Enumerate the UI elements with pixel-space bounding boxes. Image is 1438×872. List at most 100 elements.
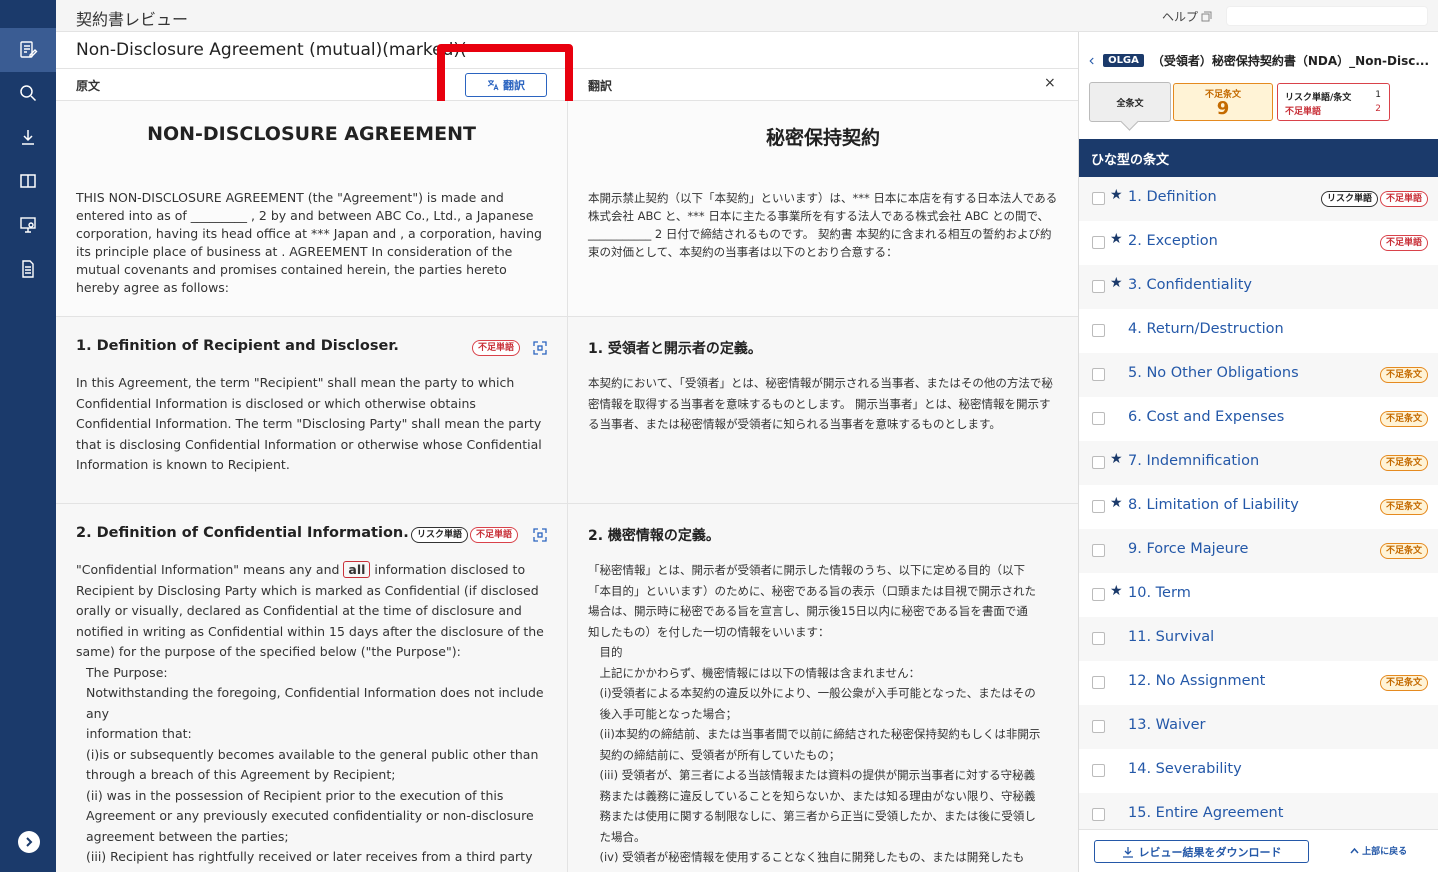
- intro-text-en: THIS NON-DISCLOSURE AGREEMENT (the "Agre…: [76, 190, 542, 295]
- clause-label: 3. Confidentiality: [1128, 277, 1253, 293]
- list-line: 務または使用に関する制限なしに、第三者から正当に受領したか、または後に受領し: [588, 809, 1036, 823]
- filter-risk-words[interactable]: リスク単語/条文 1 不足単語 2: [1277, 83, 1390, 121]
- list-line: (iv) 受領者が秘密情報を使用することなく独自に開発したもの、または開発したも: [588, 850, 1025, 864]
- search-icon: [20, 85, 37, 102]
- clause-checkbox[interactable]: [1092, 764, 1105, 777]
- chevron-up-icon: [1350, 847, 1359, 854]
- doc-title-jp: 秘密保持契約: [765, 127, 880, 149]
- list-line: The Purpose:: [86, 664, 168, 680]
- clause-item[interactable]: ★ 10. Term: [1079, 573, 1438, 617]
- back-to-top-link[interactable]: 上部に戻る: [1350, 844, 1407, 857]
- clause-checkbox[interactable]: [1092, 192, 1105, 205]
- risk-word-highlight[interactable]: all: [343, 561, 371, 578]
- star-icon: ★: [1110, 451, 1123, 467]
- list-line: 目的: [588, 645, 623, 659]
- clause-label: 13. Waiver: [1128, 717, 1206, 733]
- missing-word-tag[interactable]: 不足単語: [470, 527, 519, 543]
- list-line: 「本目的」といいます）のために、秘密である旨の表示（口頭または目視で開示された: [588, 583, 1037, 598]
- clause-label: 6. Cost and Expenses: [1128, 409, 1285, 425]
- section-1-text-jp: 本契約において、「受領者」とは、秘密情報が開示される当事者、またはその他の方法で…: [588, 376, 1053, 431]
- clause-checkbox[interactable]: [1092, 324, 1105, 337]
- clause-item[interactable]: 14. Severability: [1079, 749, 1438, 793]
- star-icon: ★: [1110, 187, 1123, 203]
- filter-missing-clauses[interactable]: 不足条文 9: [1173, 83, 1273, 121]
- clause-item[interactable]: 11. Survival: [1079, 617, 1438, 661]
- review-nav-button[interactable]: [0, 28, 56, 72]
- section-2-heading-en: 2. Definition of Confidential Informatio…: [76, 525, 409, 541]
- list-line: 後入手可能となった場合；: [588, 706, 738, 721]
- clause-item[interactable]: ★ 1. Definition リスク単語 不足単語: [1079, 177, 1438, 221]
- close-translation-button[interactable]: ×: [1044, 75, 1056, 91]
- clause-item[interactable]: 6. Cost and Expenses 不足条文: [1079, 397, 1438, 441]
- download-results-button[interactable]: レビュー結果をダウンロード: [1094, 840, 1309, 863]
- expand-nav-button[interactable]: [18, 831, 40, 853]
- missing-clause-tag[interactable]: 不足条文: [1379, 367, 1428, 383]
- clause-label: 11. Survival: [1128, 629, 1215, 645]
- translation-label: 翻訳: [588, 79, 613, 93]
- translation-column-header: 翻訳: [568, 69, 1078, 101]
- clause-checkbox[interactable]: [1092, 676, 1105, 689]
- clause-checkbox[interactable]: [1092, 368, 1105, 381]
- list-line: Agreement or any previously executed con…: [86, 808, 534, 823]
- help-link[interactable]: ヘルプ: [1162, 8, 1212, 25]
- missing-word-tag[interactable]: 不足単語: [472, 340, 521, 356]
- list-line: (iii) Recipient has rightfully received …: [86, 849, 533, 864]
- clause-checkbox[interactable]: [1092, 544, 1105, 557]
- clause-checkbox[interactable]: [1092, 236, 1105, 249]
- clause-item[interactable]: 13. Waiver: [1079, 705, 1438, 749]
- top-bar: 契約書レビュー ヘルプ: [56, 0, 1438, 32]
- clause-checkbox[interactable]: [1092, 808, 1105, 821]
- list-line: (iii) 受領者が、第三者による当該情報または資料の提供が開示当事者に対する守…: [588, 768, 1036, 782]
- missing-clause-tag[interactable]: 不足条文: [1379, 499, 1428, 515]
- expand-icon[interactable]: [533, 528, 547, 542]
- section-2-text-jp: 「秘密情報」とは、開示者が受領者に開示した情報のうち、以下に定める目的（以下 「本…: [588, 560, 1062, 868]
- clause-item[interactable]: 5. No Other Obligations 不足条文: [1079, 353, 1438, 397]
- download-icon: [1122, 846, 1133, 858]
- clause-checkbox[interactable]: [1092, 632, 1105, 645]
- clause-item[interactable]: 4. Return/Destruction: [1079, 309, 1438, 353]
- document-nav-button[interactable]: [0, 247, 56, 291]
- clause-item[interactable]: ★ 8. Limitation of Liability 不足条文: [1079, 485, 1438, 529]
- monitor-nav-button[interactable]: [0, 203, 56, 247]
- download-nav-button[interactable]: [0, 115, 56, 159]
- clause-panel: OLGA （受領者）秘密保持契約書（NDA）_Non-Disc... 全条文 不…: [1079, 32, 1438, 872]
- missing-clause-tag[interactable]: 不足条文: [1379, 411, 1428, 427]
- missing-word-tag[interactable]: 不足単語: [1379, 235, 1428, 251]
- review-icon: [20, 41, 38, 58]
- template-clauses-header: ひな型の条文: [1079, 139, 1438, 177]
- missing-clause-tag[interactable]: 不足条文: [1379, 675, 1428, 691]
- compare-nav-button[interactable]: [0, 159, 56, 203]
- clause-label: 9. Force Majeure: [1128, 541, 1249, 557]
- missing-word-tag[interactable]: 不足単語: [1379, 191, 1428, 207]
- clause-checkbox[interactable]: [1092, 412, 1105, 425]
- clause-item[interactable]: ★ 7. Indemnification 不足条文: [1079, 441, 1438, 485]
- search-nav-button[interactable]: [0, 71, 56, 115]
- risk-word-tag[interactable]: リスク単語: [1320, 191, 1378, 207]
- panel-footer: レビュー結果をダウンロード 上部に戻る: [1079, 829, 1438, 872]
- missing-clause-tag[interactable]: 不足条文: [1379, 455, 1428, 471]
- doc-title-en: NON-DISCLOSURE AGREEMENT: [147, 123, 476, 145]
- clause-label: 10. Term: [1128, 585, 1191, 601]
- column-divider: [567, 101, 568, 872]
- clause-item[interactable]: ★ 3. Confidentiality: [1079, 265, 1438, 309]
- clause-checkbox[interactable]: [1092, 588, 1105, 601]
- expand-icon[interactable]: [533, 341, 547, 355]
- top-search-input[interactable]: [1226, 6, 1428, 26]
- clause-checkbox[interactable]: [1092, 500, 1105, 513]
- clause-checkbox[interactable]: [1092, 456, 1105, 469]
- back-chevron-icon[interactable]: [1089, 54, 1095, 68]
- list-line: (i)受領者による本契約の違反以外により、一般公衆が入手可能となった、またはその: [588, 686, 1036, 700]
- missing-clause-tag[interactable]: 不足条文: [1379, 543, 1428, 559]
- chevron-right-icon: [26, 837, 33, 847]
- clause-checkbox[interactable]: [1092, 280, 1105, 293]
- clause-item[interactable]: 9. Force Majeure 不足条文: [1079, 529, 1438, 573]
- list-line: through a breach of this Agreement by Re…: [86, 767, 396, 782]
- list-line: (ii) was in the possession of Recipient …: [86, 787, 504, 803]
- list-line: 契約の締結前に、受領者が所有していたもの；: [588, 747, 841, 762]
- clause-item[interactable]: ★ 2. Exception 不足単語: [1079, 221, 1438, 265]
- risk-word-tag[interactable]: リスク単語: [411, 527, 469, 543]
- original-label: 原文: [76, 79, 101, 93]
- clause-checkbox[interactable]: [1092, 720, 1105, 733]
- clause-item[interactable]: 12. No Assignment 不足条文: [1079, 661, 1438, 705]
- filter-all-clauses[interactable]: 全条文: [1089, 82, 1171, 122]
